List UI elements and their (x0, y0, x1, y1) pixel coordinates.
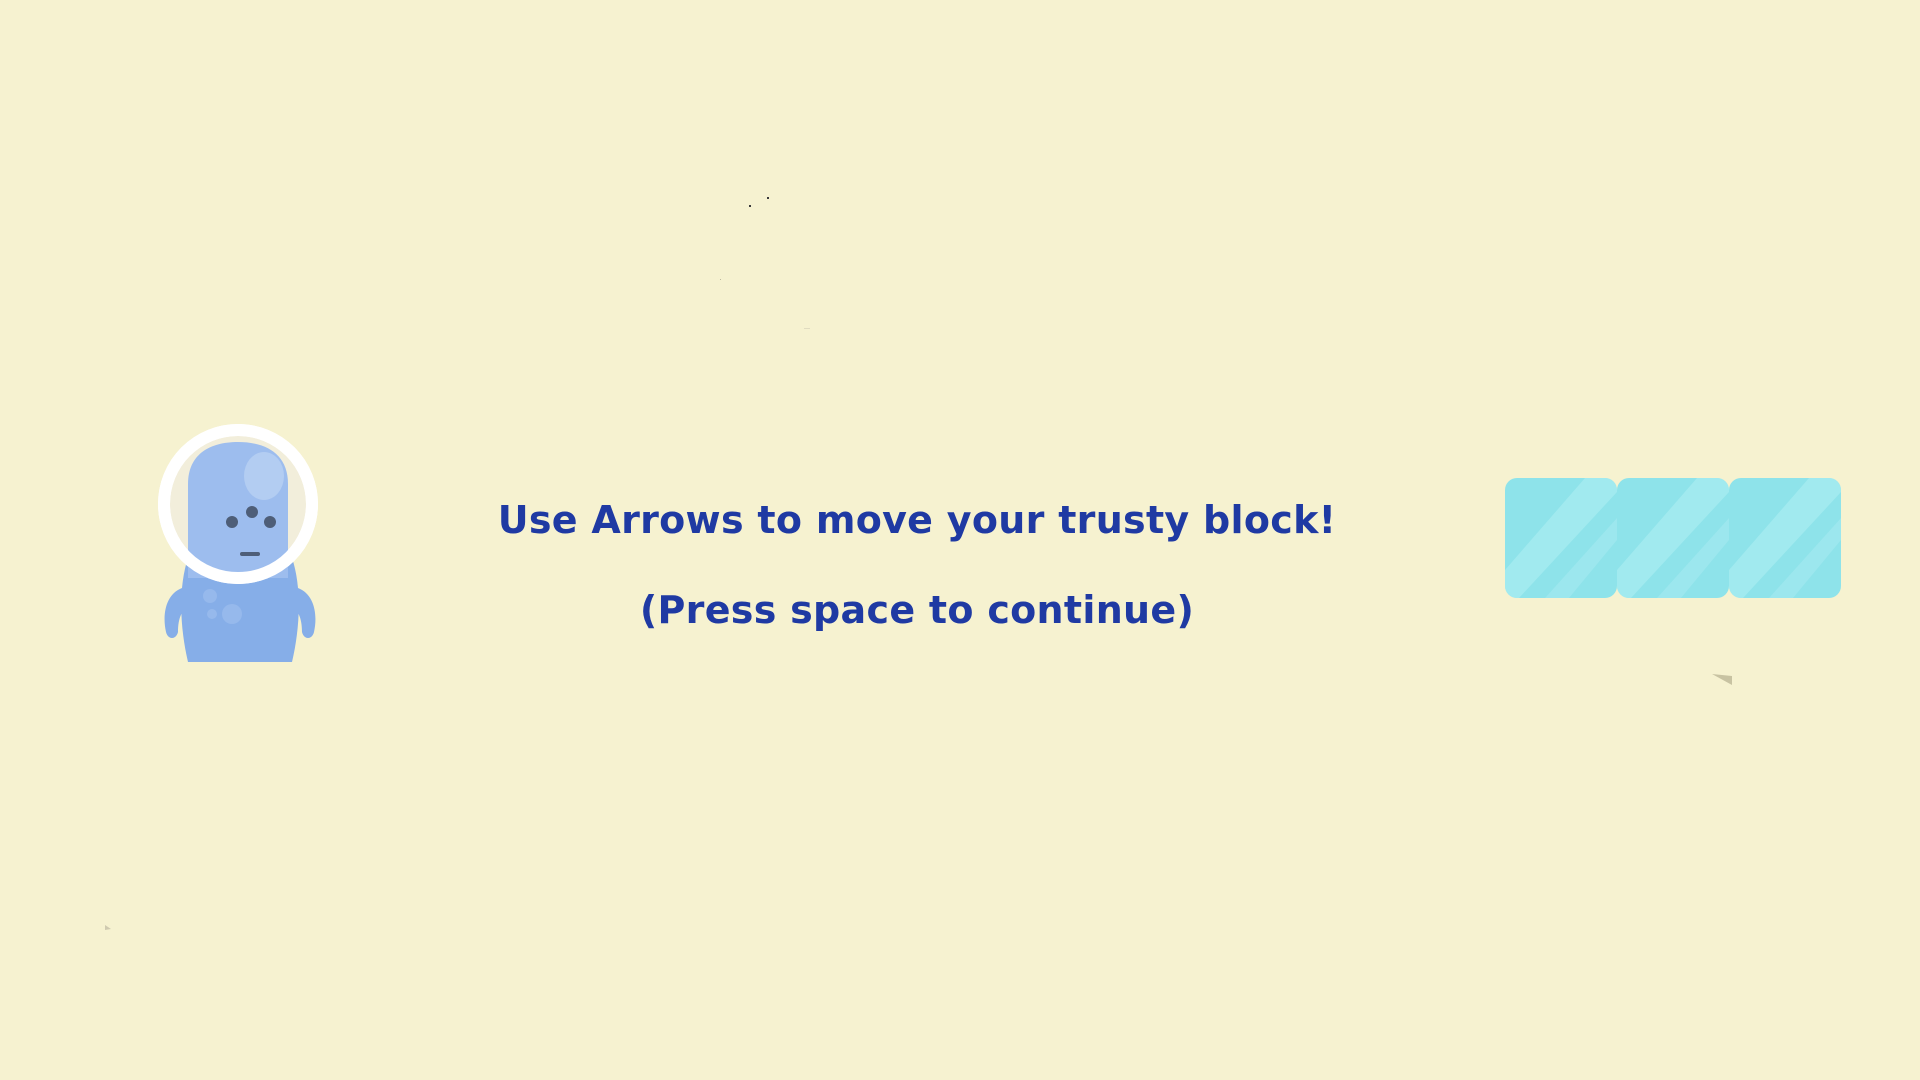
ice-block-segment (1505, 478, 1617, 598)
ice-block-segment (1617, 478, 1729, 598)
debris-speck (804, 328, 810, 329)
debris-shard (105, 925, 111, 930)
player-block (1505, 478, 1843, 598)
debris-shard (1712, 674, 1732, 685)
ice-block-segment (1729, 478, 1841, 598)
game-stage[interactable]: Use Arrows to move your trusty block! (P… (0, 0, 1920, 1080)
debris-speck (767, 197, 769, 199)
debris-speck (720, 279, 721, 280)
debris-speck (749, 205, 751, 207)
